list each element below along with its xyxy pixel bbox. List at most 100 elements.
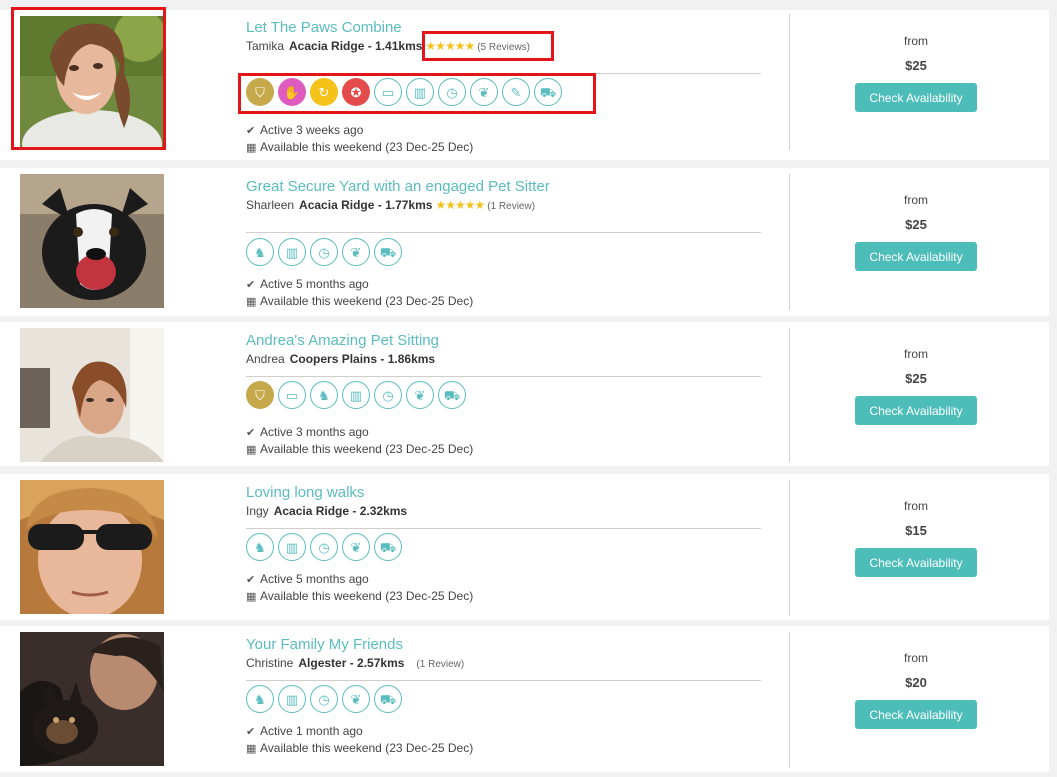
sitter-photo-image: [20, 174, 164, 308]
paw-icon[interactable]: ❦: [406, 381, 434, 409]
active-status: ✔ Active 3 weeks ago: [246, 122, 363, 140]
reviews-link[interactable]: (1 Review): [487, 201, 535, 212]
clock-icon[interactable]: ◷: [374, 381, 402, 409]
calendar-icon: ▦: [246, 296, 257, 308]
dog-icon[interactable]: ♞: [310, 381, 338, 409]
column-divider: [789, 480, 790, 616]
availability-status: ▦ Available this weekend (23 Dec-25 Dec): [246, 588, 473, 606]
listing-meta: Andrea Coopers Plains - 1.86kms: [246, 351, 766, 367]
ambulance-icon[interactable]: ⛟: [374, 533, 402, 561]
sitter-photo-image: [20, 328, 164, 462]
listing-info: Loving long walks Ingy Acacia Ridge - 2.3…: [246, 484, 766, 519]
shield-badge-icon[interactable]: ⛉: [246, 381, 274, 409]
sitter-photo[interactable]: [20, 480, 164, 614]
sitter-name: Christine: [246, 656, 294, 670]
photo-highlight-box: [11, 7, 166, 150]
price-value: $25: [905, 217, 927, 232]
ambulance-icon[interactable]: ⛟: [374, 238, 402, 266]
sitter-photo[interactable]: [20, 174, 164, 308]
check-availability-button[interactable]: Check Availability: [855, 242, 977, 271]
divider: [246, 376, 761, 377]
check-availability-button[interactable]: Check Availability: [855, 700, 977, 729]
divider: [246, 232, 761, 233]
price-value: $15: [905, 523, 927, 538]
icons-highlight-box: [238, 73, 596, 114]
active-status: ✔ Active 5 months ago: [246, 571, 369, 589]
from-label: from: [904, 347, 928, 361]
check-icon: ✔: [246, 574, 256, 586]
listing-title[interactable]: Great Secure Yard with an engaged Pet Si…: [246, 178, 766, 196]
sitter-location: Acacia Ridge - 1.77kms: [299, 198, 433, 212]
clock-icon[interactable]: ◷: [310, 238, 338, 266]
clock-icon[interactable]: ◷: [310, 685, 338, 713]
clock-icon[interactable]: ◷: [310, 533, 338, 561]
availability-status: ▦ Available this weekend (23 Dec-25 Dec): [246, 441, 473, 459]
listing-title[interactable]: Your Family My Friends: [246, 636, 766, 654]
sitter-photo-image: [20, 632, 164, 766]
price-value: $25: [905, 371, 927, 386]
divider: [246, 680, 761, 681]
available-text: Available this weekend (23 Dec-25 Dec): [260, 294, 474, 308]
listing-meta: Ingy Acacia Ridge - 2.32kms: [246, 503, 766, 519]
listing-meta: Christine Algester - 2.57kms (1 Review): [246, 655, 766, 673]
active-text: Active 5 months ago: [260, 277, 369, 291]
price-value: $20: [905, 675, 927, 690]
from-label: from: [904, 193, 928, 207]
sitter-location: Acacia Ridge - 2.32kms: [273, 504, 408, 518]
calendar-icon: ▦: [246, 743, 257, 755]
dog-icon[interactable]: ♞: [246, 685, 274, 713]
active-text: Active 5 months ago: [260, 572, 369, 586]
check-icon: ✔: [246, 279, 256, 291]
price-box: from $15 Check Availability: [855, 499, 977, 577]
rating-highlight-box: [422, 31, 554, 61]
check-availability-button[interactable]: Check Availability: [855, 396, 977, 425]
price-box: from $25 Check Availability: [855, 347, 977, 425]
sitter-location: Acacia Ridge - 1.41kms: [289, 39, 423, 53]
paw-icon[interactable]: ❦: [342, 533, 370, 561]
fence-icon[interactable]: ▥: [342, 381, 370, 409]
service-icons: ⛉ ▭ ♞ ▥ ◷ ❦ ⛟: [246, 381, 466, 413]
listing-title[interactable]: Loving long walks: [246, 484, 766, 502]
reviews-link[interactable]: (1 Review): [416, 659, 464, 670]
fence-icon[interactable]: ▥: [278, 685, 306, 713]
paw-icon[interactable]: ❦: [342, 685, 370, 713]
check-availability-button[interactable]: Check Availability: [855, 83, 977, 112]
sitter-location: Algester - 2.57kms: [298, 656, 405, 670]
active-status: ✔ Active 5 months ago: [246, 276, 369, 294]
active-text: Active 3 months ago: [260, 425, 369, 439]
check-icon: ✔: [246, 125, 256, 137]
sitter-name: Andrea: [246, 352, 285, 366]
availability-status: ▦ Available this weekend (23 Dec-25 Dec): [246, 293, 473, 311]
check-icon: ✔: [246, 427, 256, 439]
service-icons: ♞ ▥ ◷ ❦ ⛟: [246, 533, 402, 565]
listing-title[interactable]: Andrea's Amazing Pet Sitting: [246, 332, 766, 350]
from-label: from: [904, 499, 928, 513]
active-text: Active 1 month ago: [260, 724, 363, 738]
dog-icon[interactable]: ♞: [246, 238, 274, 266]
price-value: $25: [905, 58, 927, 73]
sitter-photo[interactable]: [20, 632, 164, 766]
from-label: from: [904, 651, 928, 665]
price-box: from $20 Check Availability: [855, 651, 977, 729]
ambulance-icon[interactable]: ⛟: [374, 685, 402, 713]
sitter-name: Sharleen: [246, 198, 295, 212]
column-divider: [789, 174, 790, 310]
paw-icon[interactable]: ❦: [342, 238, 370, 266]
sitter-location: Coopers Plains - 1.86kms: [289, 352, 436, 366]
available-text: Available this weekend (23 Dec-25 Dec): [260, 741, 474, 755]
service-icons: ♞ ▥ ◷ ❦ ⛟: [246, 685, 402, 717]
listing-info: Great Secure Yard with an engaged Pet Si…: [246, 178, 766, 215]
ambulance-icon[interactable]: ⛟: [438, 381, 466, 409]
check-availability-button[interactable]: Check Availability: [855, 548, 977, 577]
dog-icon[interactable]: ♞: [246, 533, 274, 561]
fence-icon[interactable]: ▥: [278, 238, 306, 266]
car-icon[interactable]: ▭: [278, 381, 306, 409]
active-text: Active 3 weeks ago: [260, 123, 364, 137]
column-divider: [789, 328, 790, 462]
price-box: from $25 Check Availability: [855, 34, 977, 112]
rating-stars: ★★★★★: [435, 198, 485, 212]
fence-icon[interactable]: ▥: [278, 533, 306, 561]
listing-info: Your Family My Friends Christine Algester…: [246, 636, 766, 673]
sitter-photo[interactable]: [20, 328, 164, 462]
active-status: ✔ Active 3 months ago: [246, 424, 369, 442]
